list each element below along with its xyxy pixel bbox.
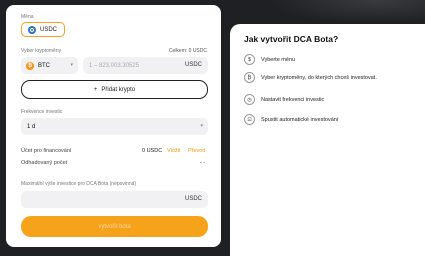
crypto-icon: ₿ xyxy=(244,72,255,83)
countdown-label: Odhadovaný počet xyxy=(21,160,68,166)
currency-icon: $ xyxy=(244,54,255,65)
step-1-label: Vyberte měnu xyxy=(261,56,296,63)
transfer-link[interactable]: Převod xyxy=(188,148,205,154)
plus-icon: + xyxy=(93,86,98,93)
panel-title: Jak vytvořit DCA Bota? xyxy=(244,34,339,44)
crypto-row: ₿ BTC ▾ 1 – 823,003.30525 USDC xyxy=(21,57,208,74)
lock-icon: ⊡ xyxy=(244,114,255,125)
max-investment-input[interactable]: USDC xyxy=(21,191,208,208)
chevron-down-icon: ▾ xyxy=(200,123,203,129)
create-bot-button[interactable]: vytvořit bota xyxy=(21,216,208,237)
frequency-select[interactable]: 1 d ▾ xyxy=(21,118,208,135)
currency-select-usdc[interactable]: USDC xyxy=(21,22,65,37)
max-unit: USDC xyxy=(184,196,202,202)
btc-icon: ₿ xyxy=(26,61,34,70)
step-1: $ Vyberte měnu xyxy=(244,54,295,65)
add-crypto-label: Přidat krypto xyxy=(101,86,136,93)
step-2-label: Vyber kryptoměny, do kterých chceš inves… xyxy=(261,74,377,81)
step-4: ⊡ Spustit automatické investování xyxy=(244,114,338,125)
usdc-icon xyxy=(28,25,36,34)
frequency-value: 1 d xyxy=(27,123,36,130)
currency-label: Měna xyxy=(21,14,34,20)
max-label: Maximální výše investice pro DCA Bota (n… xyxy=(21,181,137,187)
frequency-label: Frekvence investic xyxy=(21,109,63,115)
currency-value: USDC xyxy=(40,26,58,33)
step-4-label: Spustit automatické investování xyxy=(261,116,339,123)
deposit-link[interactable]: Vložit xyxy=(167,148,180,154)
amount-placeholder: 1 – 823,003.30525 xyxy=(89,62,140,69)
step-3: ◷ Nastavit frekvenci investic xyxy=(244,94,324,105)
crypto-select-value: BTC xyxy=(38,62,50,69)
add-crypto-button[interactable]: + Přidat krypto xyxy=(21,80,208,99)
step-3-label: Nastavit frekvenci investic xyxy=(261,96,325,103)
chevron-down-icon: ▾ xyxy=(70,62,73,68)
step-2: ₿ Vyber kryptoměny, do kterých chceš inv… xyxy=(244,72,377,83)
countdown-value: - - xyxy=(200,160,206,166)
amount-unit: USDC xyxy=(184,62,202,68)
funding-account-label: Účet pro financování xyxy=(21,148,72,154)
background-art xyxy=(265,0,425,24)
funding-account-value: 0 USDC xyxy=(142,148,163,154)
how-to-panel: Jak vytvořit DCA Bota? $ Vyberte měnu ₿ … xyxy=(230,24,425,256)
total-label: Celkem: 0 USDC xyxy=(168,48,207,54)
clock-icon: ◷ xyxy=(244,94,255,105)
amount-input[interactable]: 1 – 823,003.30525 USDC xyxy=(83,57,208,74)
crypto-select[interactable]: ₿ BTC ▾ xyxy=(21,57,78,74)
crypto-label: Vyber kryptoměny xyxy=(21,48,62,54)
